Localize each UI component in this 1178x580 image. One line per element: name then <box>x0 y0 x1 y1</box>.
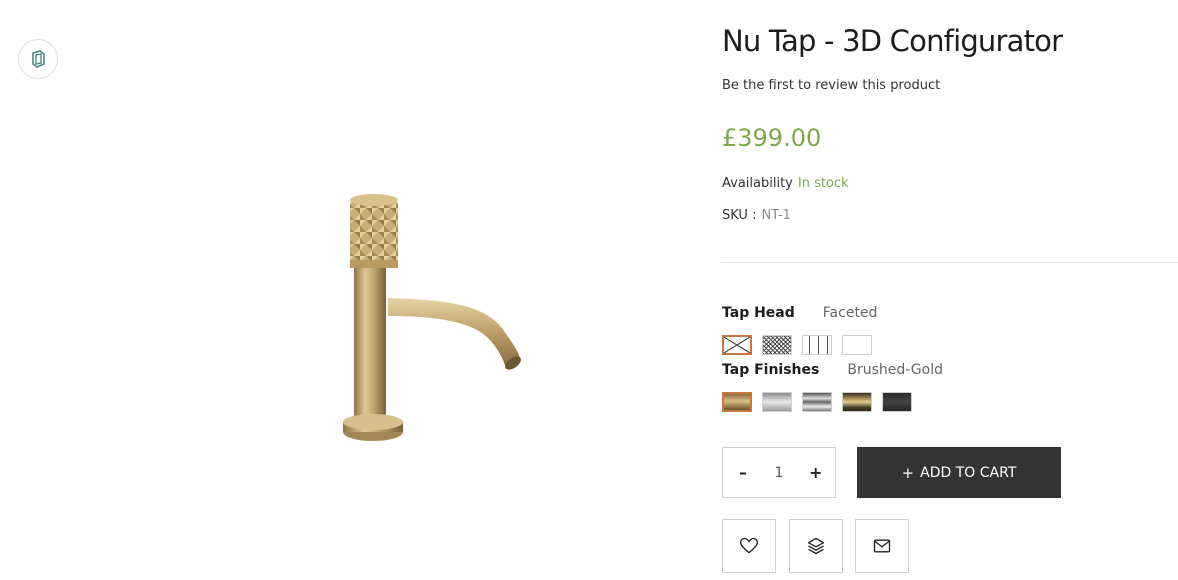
layers-icon <box>807 537 825 555</box>
swatch-brushed-gold[interactable] <box>722 392 752 412</box>
product-image <box>330 190 530 454</box>
availability-row: Availability In stock <box>722 176 849 191</box>
tap-finishes-option-row: Tap Finishes Brushed-Gold <box>722 362 943 378</box>
swatch-chrome[interactable] <box>802 392 832 412</box>
tap-finishes-swatches <box>722 392 912 412</box>
swatch-lines[interactable] <box>802 335 832 355</box>
review-link[interactable]: Be the first to review this product <box>722 78 940 93</box>
tap-head-label: Tap Head <box>722 305 795 321</box>
brand-logo-button[interactable] <box>18 39 58 79</box>
divider <box>722 262 1178 263</box>
email-friend-button[interactable] <box>855 519 909 573</box>
availability-label: Availability <box>722 176 793 191</box>
quantity-decrease-button[interactable]: – <box>737 463 749 482</box>
tap-head-swatches <box>722 335 872 355</box>
plus-icon: + <box>901 463 915 482</box>
availability-status: In stock <box>797 176 849 191</box>
swatch-faceted[interactable] <box>722 335 752 355</box>
tap-finishes-selected-value: Brushed-Gold <box>847 362 943 378</box>
swatch-gold-black[interactable] <box>842 392 872 412</box>
swatch-plain[interactable] <box>842 335 872 355</box>
tap-head-option-row: Tap Head Faceted <box>722 305 877 321</box>
swatch-knurled-mesh[interactable] <box>762 335 792 355</box>
tap-finishes-label: Tap Finishes <box>722 362 820 378</box>
compare-button[interactable] <box>789 519 843 573</box>
sku-value: NT-1 <box>761 208 791 223</box>
quantity-value[interactable]: 1 <box>775 465 784 481</box>
product-price: £399.00 <box>722 124 822 152</box>
swatch-brushed-nickel[interactable] <box>762 392 792 412</box>
brand-logo-icon <box>32 50 45 68</box>
tap-head-selected-value: Faceted <box>822 305 878 321</box>
product-info-panel: Nu Tap - 3D Configurator Be the first to… <box>722 0 1178 580</box>
gold-tap-image <box>343 194 521 441</box>
add-to-cart-label: ADD TO CART <box>920 464 1017 481</box>
add-to-cart-button[interactable]: + ADD TO CART <box>857 447 1061 498</box>
sku-label: SKU : <box>722 208 757 223</box>
product-title: Nu Tap - 3D Configurator <box>722 24 1063 58</box>
wishlist-button[interactable] <box>722 519 776 573</box>
swatch-matte-black[interactable] <box>882 392 912 412</box>
quantity-stepper: – 1 + <box>722 447 836 498</box>
mail-icon <box>873 539 891 553</box>
sku-row: SKU : NT-1 <box>722 208 791 223</box>
heart-icon <box>739 537 759 554</box>
quantity-increase-button[interactable]: + <box>809 463 822 482</box>
